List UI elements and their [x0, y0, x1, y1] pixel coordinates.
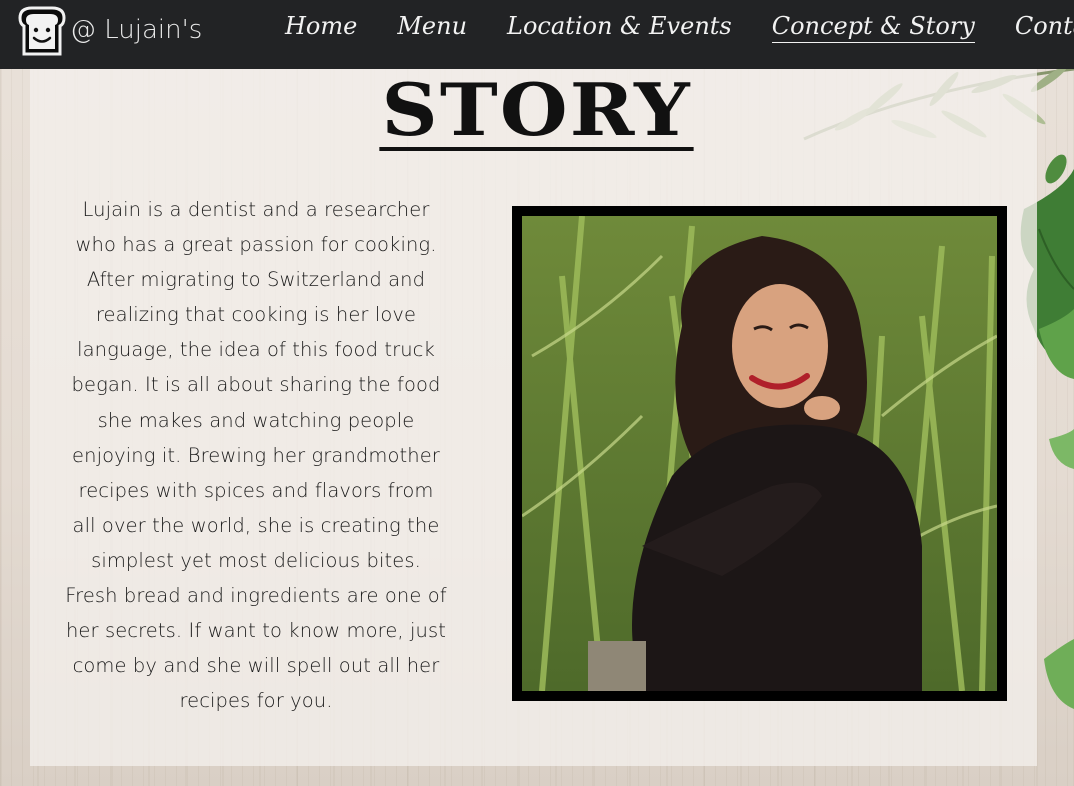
brand-name: @ Lujain's: [70, 15, 203, 45]
page-title: STORY: [379, 73, 695, 151]
nav-contact[interactable]: Contact: [1015, 12, 1074, 43]
portrait-photo: [522, 216, 997, 691]
photo-frame: [512, 206, 1007, 701]
story-paragraph: Lujain is a dentist and a researcher who…: [65, 198, 447, 713]
nav-menu[interactable]: Menu: [397, 12, 467, 43]
top-navbar: @ Lujain's Home Menu Location & Events C…: [0, 0, 1074, 69]
smiling-bread-icon: [18, 6, 66, 56]
brand[interactable]: @ Lujain's: [12, 2, 202, 58]
page-title-wrap: STORY: [0, 73, 1074, 151]
nav-concept-story[interactable]: Concept & Story: [771, 12, 975, 43]
nav-home[interactable]: Home: [285, 12, 357, 43]
nav-location-events[interactable]: Location & Events: [507, 12, 732, 43]
main-nav: Home Menu Location & Events Concept & St…: [285, 12, 1074, 43]
